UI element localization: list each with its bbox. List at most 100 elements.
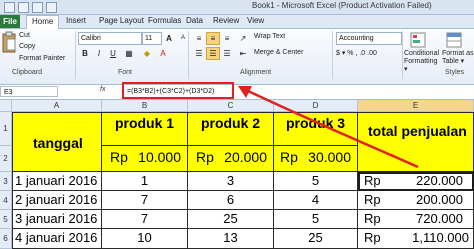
header-tanggal[interactable]: tanggal bbox=[12, 112, 102, 172]
number-format-buttons[interactable]: $ ▾ % , .0 .00 bbox=[336, 49, 377, 57]
qty-cell[interactable]: 5 bbox=[274, 172, 358, 191]
styles-group-label: Styles bbox=[445, 69, 465, 76]
borders-icon[interactable]: ▦ bbox=[122, 47, 136, 60]
alignment-group-label: Alignment bbox=[240, 69, 272, 76]
total-value: 1,110.000 bbox=[412, 230, 469, 245]
header-produk-2[interactable]: produk 2 bbox=[188, 112, 274, 146]
row-header-4[interactable]: 4 bbox=[0, 191, 12, 210]
underline-icon[interactable]: U bbox=[106, 47, 120, 60]
currency-label: Rp bbox=[196, 149, 214, 165]
qty-cell[interactable]: 25 bbox=[274, 229, 358, 249]
format-painter-button[interactable]: Format Painter bbox=[19, 55, 65, 62]
tab-review[interactable]: Review bbox=[213, 16, 239, 25]
decrease-indent-icon[interactable]: ⇤ bbox=[236, 47, 250, 60]
conditional-formatting-icon[interactable] bbox=[410, 32, 426, 48]
wrap-text-button[interactable]: Wrap Text bbox=[254, 33, 285, 40]
font-name-select[interactable]: Calibri bbox=[78, 32, 142, 45]
font-color-icon[interactable]: A bbox=[156, 47, 170, 60]
price-value: 10.000 bbox=[138, 149, 181, 165]
font-group-label: Font bbox=[118, 69, 133, 76]
align-bottom-icon[interactable]: ≡ bbox=[220, 32, 234, 45]
grow-font-icon[interactable]: A bbox=[162, 32, 176, 45]
cut-button[interactable]: Cut bbox=[19, 32, 30, 39]
qty-cell[interactable]: 13 bbox=[188, 229, 274, 249]
align-top-icon[interactable]: ≡ bbox=[192, 32, 206, 45]
tab-file[interactable]: File bbox=[0, 15, 20, 28]
align-left-icon[interactable]: ☰ bbox=[192, 47, 206, 60]
header-produk-3[interactable]: produk 3 bbox=[274, 112, 358, 146]
qty-cell[interactable]: 1 bbox=[102, 172, 188, 191]
title-bar: Book1 - Microsoft Excel (Product Activat… bbox=[0, 0, 474, 15]
currency-label: Rp bbox=[280, 149, 298, 165]
conditional-formatting-button[interactable]: Conditional Formatting ▾ bbox=[404, 50, 440, 74]
total-cell-selected[interactable]: Rp 220.000 bbox=[358, 172, 474, 191]
price-value: 30.000 bbox=[308, 149, 351, 165]
date-cell[interactable]: 4 januari 2016 bbox=[12, 229, 102, 249]
ribbon-tabs: File Home Insert Page Layout Formulas Da… bbox=[0, 15, 474, 29]
price-cell-c2[interactable]: Rp 20.000 bbox=[188, 146, 274, 172]
orientation-icon[interactable]: ↗ bbox=[236, 32, 250, 45]
bold-icon[interactable]: B bbox=[78, 47, 92, 60]
merge-center-button[interactable]: Merge & Center bbox=[254, 49, 303, 56]
row-header-3[interactable]: 3 bbox=[0, 172, 12, 191]
fill-color-icon[interactable]: ◆ bbox=[140, 47, 154, 60]
undo-icon[interactable] bbox=[32, 2, 43, 13]
total-value: 200.000 bbox=[416, 192, 463, 207]
total-cell[interactable]: Rp 200.000 bbox=[358, 191, 474, 210]
format-as-table-button[interactable]: Format as Table ▾ bbox=[442, 50, 474, 66]
qty-cell[interactable]: 10 bbox=[102, 229, 188, 249]
date-cell[interactable]: 3 januari 2016 bbox=[12, 210, 102, 229]
column-header-a[interactable]: A bbox=[12, 100, 102, 112]
name-box[interactable]: E3 bbox=[0, 86, 58, 97]
tab-formulas[interactable]: Formulas bbox=[148, 16, 181, 25]
price-cell-d2[interactable]: Rp 30.000 bbox=[274, 146, 358, 172]
italic-icon[interactable]: I bbox=[92, 47, 106, 60]
date-cell[interactable]: 2 januari 2016 bbox=[12, 191, 102, 210]
row-header-5[interactable]: 5 bbox=[0, 210, 12, 229]
column-header-d[interactable]: D bbox=[274, 100, 358, 112]
tab-data[interactable]: Data bbox=[186, 16, 203, 25]
qty-cell[interactable]: 25 bbox=[188, 210, 274, 229]
column-header-c[interactable]: C bbox=[188, 100, 274, 112]
tab-page-layout[interactable]: Page Layout bbox=[99, 16, 144, 25]
fx-icon[interactable]: fx bbox=[100, 86, 105, 93]
price-cell-b2[interactable]: Rp 10.000 bbox=[102, 146, 188, 172]
column-header-b[interactable]: B bbox=[102, 100, 188, 112]
align-right-icon[interactable]: ☰ bbox=[220, 47, 234, 60]
total-cell[interactable]: Rp 720.000 bbox=[358, 210, 474, 229]
copy-button[interactable]: Copy bbox=[19, 43, 35, 50]
qty-cell[interactable]: 7 bbox=[102, 210, 188, 229]
tab-view[interactable]: View bbox=[247, 16, 264, 25]
header-total-penjualan[interactable]: total penjualan bbox=[358, 112, 474, 172]
qty-cell[interactable]: 3 bbox=[188, 172, 274, 191]
format-as-table-icon[interactable] bbox=[446, 32, 462, 48]
qty-cell[interactable]: 5 bbox=[274, 210, 358, 229]
number-format-select[interactable]: Accounting bbox=[336, 32, 402, 45]
select-all-corner[interactable] bbox=[0, 100, 12, 112]
formula-highlight-box bbox=[122, 82, 234, 99]
align-center-icon[interactable]: ☰ bbox=[206, 47, 220, 60]
qty-cell[interactable]: 6 bbox=[188, 191, 274, 210]
total-cell[interactable]: Rp 1,110.000 bbox=[358, 229, 474, 249]
row-header-2[interactable]: 2 bbox=[0, 146, 12, 172]
tab-insert[interactable]: Insert bbox=[66, 16, 86, 25]
row-header-1[interactable]: 1 bbox=[0, 112, 12, 146]
save-icon[interactable] bbox=[18, 2, 29, 13]
header-produk-1[interactable]: produk 1 bbox=[102, 112, 188, 146]
font-size-select[interactable]: 11 bbox=[142, 32, 162, 45]
paste-icon[interactable] bbox=[2, 31, 16, 57]
window-title: Book1 - Microsoft Excel (Product Activat… bbox=[252, 1, 432, 10]
currency-label: Rp bbox=[364, 230, 381, 245]
qty-cell[interactable]: 7 bbox=[102, 191, 188, 210]
redo-icon[interactable] bbox=[46, 2, 57, 13]
price-value: 20.000 bbox=[224, 149, 267, 165]
tab-home[interactable]: Home bbox=[26, 15, 60, 29]
clipboard-group-label: Clipboard bbox=[12, 69, 42, 76]
qty-cell[interactable]: 4 bbox=[274, 191, 358, 210]
align-middle-icon[interactable]: ≡ bbox=[206, 32, 220, 45]
date-cell[interactable]: 1 januari 2016 bbox=[12, 172, 102, 191]
ribbon: Cut Copy Format Painter Clipboard Calibr… bbox=[0, 29, 474, 85]
column-header-e[interactable]: E bbox=[358, 100, 474, 112]
excel-app-icon[interactable] bbox=[4, 2, 15, 13]
row-header-6[interactable]: 6 bbox=[0, 229, 12, 249]
